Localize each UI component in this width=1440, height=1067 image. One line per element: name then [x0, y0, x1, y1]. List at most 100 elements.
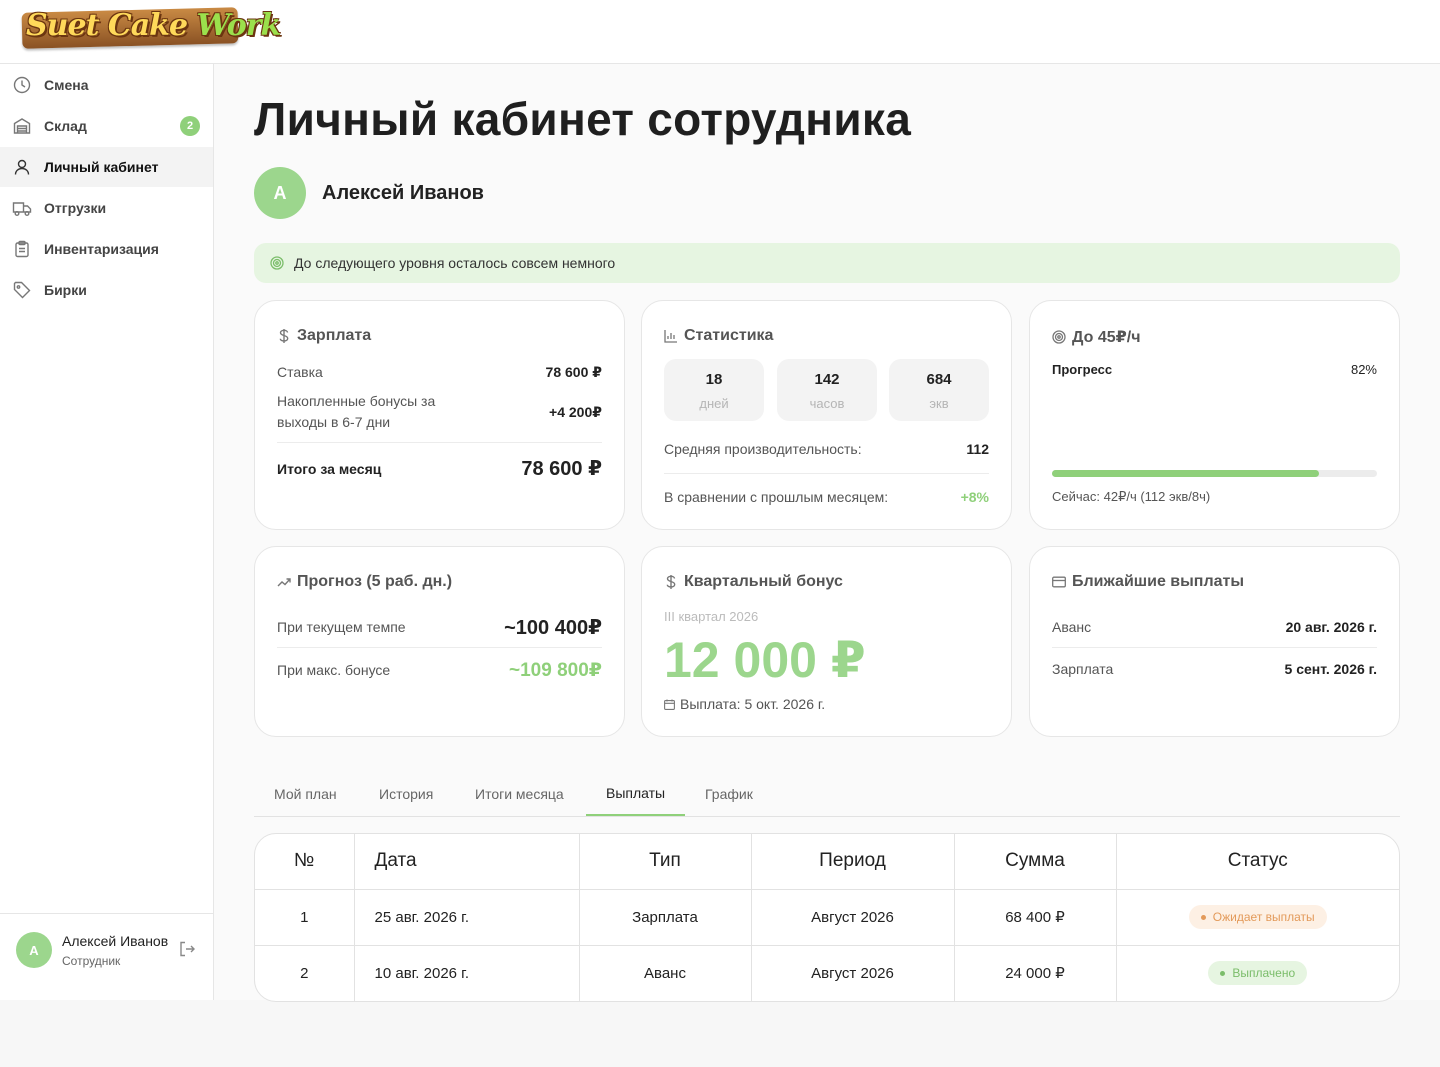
logo-text: Suet Cake Work: [26, 4, 281, 48]
cell-period: Август 2026: [750, 889, 954, 945]
sidebar-item-shift[interactable]: Смена: [0, 65, 213, 105]
status-badge-label: Выплачено: [1232, 966, 1296, 981]
sidebar-item-label: Личный кабинет: [44, 159, 159, 175]
warehouse-count-badge: 2: [180, 116, 200, 136]
forecast-current-label: При текущем темпе: [277, 619, 406, 635]
payouts-table: № Дата Тип Период Сумма Статус 1 25 авг.…: [254, 833, 1400, 1002]
status-badge: Выплачено: [1208, 961, 1308, 986]
forecast-max-value: ~109 800₽: [509, 660, 602, 681]
sidebar-user-panel: А Алексей Иванов Сотрудник: [0, 913, 213, 1000]
card-title-text: Прогноз (5 раб. дн.): [297, 573, 453, 590]
stat-unit: часов: [809, 396, 845, 411]
stat-number: 18: [705, 371, 723, 388]
compare-value: +8%: [960, 489, 989, 505]
card-title: Прогноз (5 раб. дн.): [277, 573, 452, 591]
advance-date: 20 авг. 2026 г.: [1285, 619, 1377, 635]
dollar-icon: [277, 328, 291, 344]
sidebar-user-role: Сотрудник: [62, 954, 121, 968]
sidebar-item-label: Бирки: [44, 282, 87, 298]
truck-icon: [12, 198, 32, 218]
stat-unit: дней: [699, 396, 729, 411]
sidebar-item-inventory[interactable]: Инвентаризация: [0, 229, 213, 269]
column-header-period[interactable]: Период: [750, 834, 954, 890]
bonus-label-line-2: выходы в 6-7 дни: [277, 414, 391, 430]
level-banner: До следующего уровня осталось совсем нем…: [254, 243, 1400, 283]
cell-type: Зарплата: [578, 889, 751, 945]
quarter-payout-date: Выплата: 5 окт. 2026 г.: [680, 696, 826, 712]
table-row[interactable]: 2 10 авг. 2026 г. Аванс Август 2026 24 0…: [255, 944, 1399, 1001]
stat-hours: 142 часов: [777, 359, 877, 421]
tab-month-results[interactable]: Итоги месяца: [455, 772, 584, 816]
sidebar-user-name: Алексей Иванов: [62, 933, 169, 949]
logout-icon[interactable]: [178, 940, 196, 963]
sidebar-item-warehouse[interactable]: Склад 2: [0, 106, 213, 146]
column-header-sum[interactable]: Сумма: [953, 834, 1116, 890]
column-header-type[interactable]: Тип: [578, 834, 751, 890]
card-title-text: Квартальный бонус: [684, 573, 843, 590]
divider: [277, 442, 602, 443]
logo-text-main: Suet Cake: [26, 8, 197, 43]
cell-type: Аванс: [578, 944, 751, 1001]
stat-days: 18 дней: [664, 359, 764, 421]
sidebar-item-profile[interactable]: Личный кабинет: [0, 147, 213, 187]
app-logo[interactable]: Suet Cake Work: [21, 2, 281, 49]
card-title-text: До 45₽/ч: [1072, 329, 1141, 346]
divider: [277, 647, 602, 648]
bar-chart-icon: [664, 329, 678, 343]
banner-text: До следующего уровня осталось совсем нем…: [294, 255, 616, 271]
avatar: А: [16, 932, 52, 968]
rate-value: 78 600 ₽: [545, 364, 602, 380]
tab-schedule[interactable]: График: [685, 772, 773, 816]
table-header-row: № Дата Тип Период Сумма Статус: [255, 834, 1399, 890]
table-row[interactable]: 1 25 авг. 2026 г. Зарплата Август 2026 6…: [255, 889, 1399, 945]
employee-name: Алексей Иванов: [322, 182, 484, 204]
calendar-icon: [664, 699, 675, 710]
status-dot-icon: [1200, 914, 1206, 920]
column-header-date[interactable]: Дата: [353, 834, 579, 890]
tag-icon: [12, 280, 32, 300]
progress-bar-fill: [1052, 470, 1319, 477]
status-badge: Ожидает выплаты: [1188, 905, 1327, 929]
sidebar-item-tags[interactable]: Бирки: [0, 270, 213, 310]
cell-status: Ожидает выплаты: [1115, 889, 1399, 945]
salary-card: Зарплата Ставка 78 600 ₽ Накопленные бон…: [254, 300, 625, 530]
stat-number: 684: [926, 371, 952, 388]
sidebar-item-label: Инвентаризация: [44, 241, 159, 257]
tab-payouts[interactable]: Выплаты: [586, 772, 686, 816]
sidebar-item-shipments[interactable]: Отгрузки: [0, 188, 213, 228]
bonus-value: +4 200₽: [549, 404, 602, 420]
salary-payout-label: Зарплата: [1052, 661, 1114, 677]
tab-history[interactable]: История: [359, 772, 453, 816]
compare-label: В сравнении с прошлым месяцем:: [664, 489, 889, 505]
goal-card: До 45₽/ч Прогресс 82% Сейчас: 42₽/ч (112…: [1029, 300, 1400, 530]
card-title: До 45₽/ч: [1052, 327, 1140, 347]
stat-equivalents: 684 экв: [889, 359, 989, 421]
section-tabs: Мой план История Итоги месяца Выплаты Гр…: [254, 772, 1400, 817]
sidebar: Смена Склад 2 Личный кабинет Отгрузки Ин…: [0, 64, 214, 1000]
card-title-text: Статистика: [684, 327, 774, 344]
card-title: Квартальный бонус: [664, 573, 843, 591]
logo-text-accent: Work: [196, 8, 282, 43]
main-content: Личный кабинет сотрудника А Алексей Иван…: [214, 64, 1440, 1002]
column-header-number[interactable]: №: [255, 834, 354, 890]
avg-productivity-label: Средняя производительность:: [664, 441, 862, 457]
tab-my-plan[interactable]: Мой план: [254, 772, 357, 816]
cell-date: 25 авг. 2026 г.: [353, 889, 579, 945]
cell-number: 1: [300, 908, 309, 926]
card-title-text: Зарплата: [297, 327, 372, 344]
avatar: А: [254, 167, 306, 219]
card-title-text: Ближайшие выплаты: [1072, 573, 1245, 590]
sidebar-item-label: Склад: [44, 118, 87, 134]
stats-card: Статистика 18 дней 142 часов 684 экв Сре…: [641, 300, 1012, 530]
column-header-status[interactable]: Статус: [1115, 834, 1399, 890]
advance-label: Аванс: [1052, 619, 1092, 635]
target-icon: [1052, 330, 1066, 344]
total-value: 78 600 ₽: [521, 458, 602, 480]
target-icon: [270, 256, 284, 270]
bonus-label-line-1: Накопленные бонусы за: [277, 393, 436, 409]
progress-percent: 82%: [1350, 362, 1377, 377]
status-dot-icon: [1220, 970, 1226, 976]
trending-up-icon: [277, 576, 291, 588]
card-title: Ближайшие выплаты: [1052, 573, 1244, 591]
sidebar-item-label: Смена: [44, 77, 89, 93]
